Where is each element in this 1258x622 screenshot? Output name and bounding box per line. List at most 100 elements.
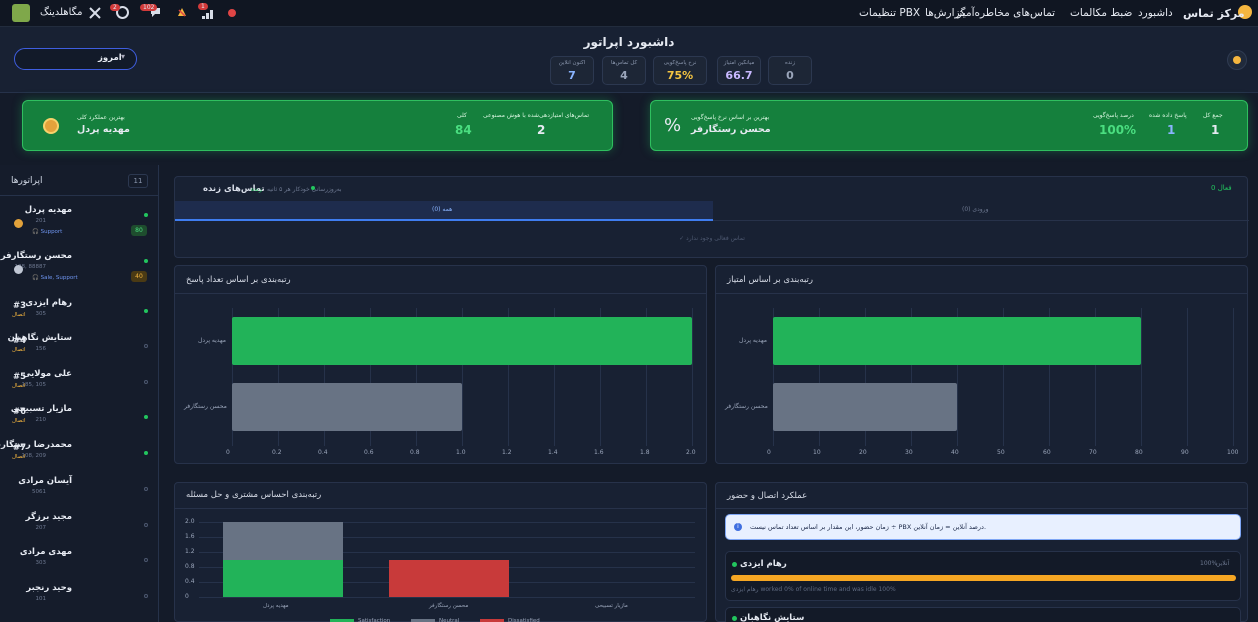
x-tick-label: 70 <box>1089 449 1097 456</box>
operator-item[interactable]: مهدیه پردل 201 🎧 Support 80 <box>0 203 158 237</box>
nav-pbx-settings[interactable]: تنظیمات PBX <box>859 7 920 19</box>
operator-name: وحید رنجبر <box>26 583 72 593</box>
stat-label: کل تماس‌ها <box>610 60 638 66</box>
operator-item[interactable]: محسن رستگارفر 108, 88887 🎧 Sale, Support 40 <box>0 249 158 283</box>
period-select[interactable]: امروز ▾ <box>14 48 137 70</box>
card-value: 84 <box>455 123 472 137</box>
tab-incoming[interactable]: ورودی (0) <box>713 201 1249 221</box>
theme-toggle-icon[interactable] <box>1227 50 1247 70</box>
status-dot-icon <box>228 9 236 17</box>
chat-badge: 102 <box>140 4 158 11</box>
operator-rank: #7 <box>13 443 27 453</box>
x-tick-label: 0 <box>767 449 771 456</box>
stat-label: اکنون آنلاین <box>558 60 586 66</box>
legend-label: Dissatisfied <box>508 618 540 622</box>
offline-dot-icon <box>144 594 148 598</box>
best-overall-card: کلی 84 تماس‌های امتیازدهی‌شده با هوش مصن… <box>22 100 613 151</box>
live-badge: زنده <box>251 186 262 193</box>
operator-status: اتصال <box>12 454 26 460</box>
operator-name: رهام ایزدی <box>25 298 72 308</box>
operator-name: علی مولایی <box>22 369 72 379</box>
stat-live: زنده 0 <box>768 56 812 85</box>
x-tick-label: 60 <box>1043 449 1051 456</box>
nav-risky-calls[interactable]: تماس‌های مخاطره‌آمیز <box>957 7 1055 19</box>
operator-item[interactable]: مازیار تسبیحی 210 #6 اتصال <box>0 402 158 436</box>
nav-reports[interactable]: گزارش‌ها <box>925 7 965 19</box>
card-name: محسن رستگارفر <box>691 124 771 135</box>
y-tick-label: 1.6 <box>185 533 195 540</box>
category-label: مازیار تسبیحی <box>595 603 628 609</box>
card-title: بهترین بر اساس نرخ پاسخ‌گویی <box>691 114 770 121</box>
bar-chart-score: 0 10 20 30 40 50 60 70 80 90 100 مهدیه پردل محسن رست… <box>716 266 1249 465</box>
operator-tag: 🎧 Sale, Support <box>32 275 78 281</box>
online-dot-icon <box>144 213 148 217</box>
offline-dot-icon <box>144 523 148 527</box>
operator-ext: 305 <box>35 311 47 317</box>
operator-item[interactable]: علی مولایی 185, 105 #5 اتصال <box>0 367 158 401</box>
category-label: مهدیه پردل <box>739 337 767 344</box>
operator-name: مجید برزگر <box>25 512 72 522</box>
offline-dot-icon <box>144 558 148 562</box>
grid-line <box>692 308 693 446</box>
x-tick-label: 20 <box>859 449 867 456</box>
card-value: 1 <box>1211 123 1220 137</box>
operator-item[interactable]: محمدرضا رستگارفر108, 209#7اتصال <box>0 438 158 472</box>
offline-dot-icon <box>144 487 148 491</box>
stat-answer-rate: نرخ پاسخ‌گویی 75% <box>653 56 707 85</box>
operator-item[interactable]: آیسان مرادی 5061 <box>0 474 158 508</box>
score-rank-panel: رتبه‌بندی بر اساس امتیاز 0 10 20 30 40 50 60 70… <box>715 265 1248 464</box>
operator-ext: 210 <box>35 417 47 423</box>
card-value: 2 <box>537 123 546 137</box>
operator-item[interactable]: مجید برزگر 207 <box>0 510 158 544</box>
stack-segment <box>223 522 343 560</box>
tab-label: ورودی (0) <box>962 206 989 213</box>
nav-recordings[interactable]: ضبط مکالمات <box>1070 7 1132 19</box>
category-label: محسن رستگارفر <box>184 403 227 410</box>
operator-tag: 🎧 Support <box>32 229 63 235</box>
stat-label: نرخ پاسخ‌گویی <box>663 60 697 66</box>
x-tick-label: 1.6 <box>594 449 604 456</box>
empty-message: ✓ تماس فعالی وجود ندارد <box>679 235 745 242</box>
operator-item[interactable]: مهدی مرادی 303 <box>0 545 158 579</box>
stat-value: 66.7 <box>725 69 753 82</box>
grid-line <box>1187 308 1188 446</box>
presence-title: عملکرد اتصال و حضور <box>727 491 808 501</box>
app-brand[interactable]: مرکز تماس <box>1183 7 1245 20</box>
operator-rank: #3 <box>13 301 27 311</box>
y-tick-label: 1.2 <box>185 548 195 555</box>
operator-item[interactable]: وحید رنجبر 101 <box>0 581 158 615</box>
divider <box>0 195 158 196</box>
stacked-bar-chart-sentiment: 0 0.4 0.8 1.2 1.6 2.0 مهدیه پردل محسن رستگارفر م… <box>175 483 708 622</box>
operator-status: اتصال <box>12 347 26 353</box>
x-tick-label: 2.0 <box>686 449 696 456</box>
answers-rank-panel: رتبه‌بندی بر اساس تعداد پاسخ 0 0.2 0.4 0.6 0… <box>174 265 707 464</box>
divider <box>716 508 1247 509</box>
chevron-down-icon: ▾ <box>121 52 126 61</box>
card-title: بهترین عملکرد کلی <box>77 114 125 121</box>
tab-all[interactable]: همه (0) <box>175 201 713 221</box>
tools-icon[interactable] <box>89 7 101 19</box>
x-tick-label: 0.6 <box>364 449 374 456</box>
stack-segment <box>389 559 509 597</box>
percent-icon: % <box>664 115 682 136</box>
category-label: مهدیه پردل <box>263 603 289 609</box>
operator-score: 80 <box>131 225 147 236</box>
x-tick-label: 0.8 <box>410 449 420 456</box>
operator-name: مهدی مرادی <box>19 547 72 557</box>
x-tick-label: 10 <box>813 449 821 456</box>
medal-silver-icon <box>14 265 23 274</box>
operator-item[interactable]: ستایش نگاهبان 156 #4 اتصال <box>0 331 158 365</box>
operator-item[interactable]: رهام ایزدی 305 #3 اتصال <box>0 296 158 330</box>
x-tick-label: 100 <box>1227 449 1239 456</box>
live-calls-panel: تماس‌های زنده زنده به‌روزرسانی خودکار هر… <box>174 176 1249 258</box>
category-label: محسن رستگارفر <box>429 603 469 609</box>
offline-dot-icon <box>144 344 148 348</box>
presence-row: رهام ایزدی 100% آنلاین رهام ایزدی worked… <box>725 551 1241 601</box>
warning-icon[interactable] <box>176 6 188 18</box>
user-name[interactable]: مگاهلدینگ <box>40 7 83 18</box>
card-value: 1 <box>1167 123 1176 137</box>
nav-dashboard[interactable]: داشبورد <box>1138 7 1173 19</box>
category-label: مهدیه پردل <box>198 337 226 344</box>
x-tick-label: 1.4 <box>548 449 558 456</box>
y-tick-label: 2.0 <box>185 518 195 525</box>
